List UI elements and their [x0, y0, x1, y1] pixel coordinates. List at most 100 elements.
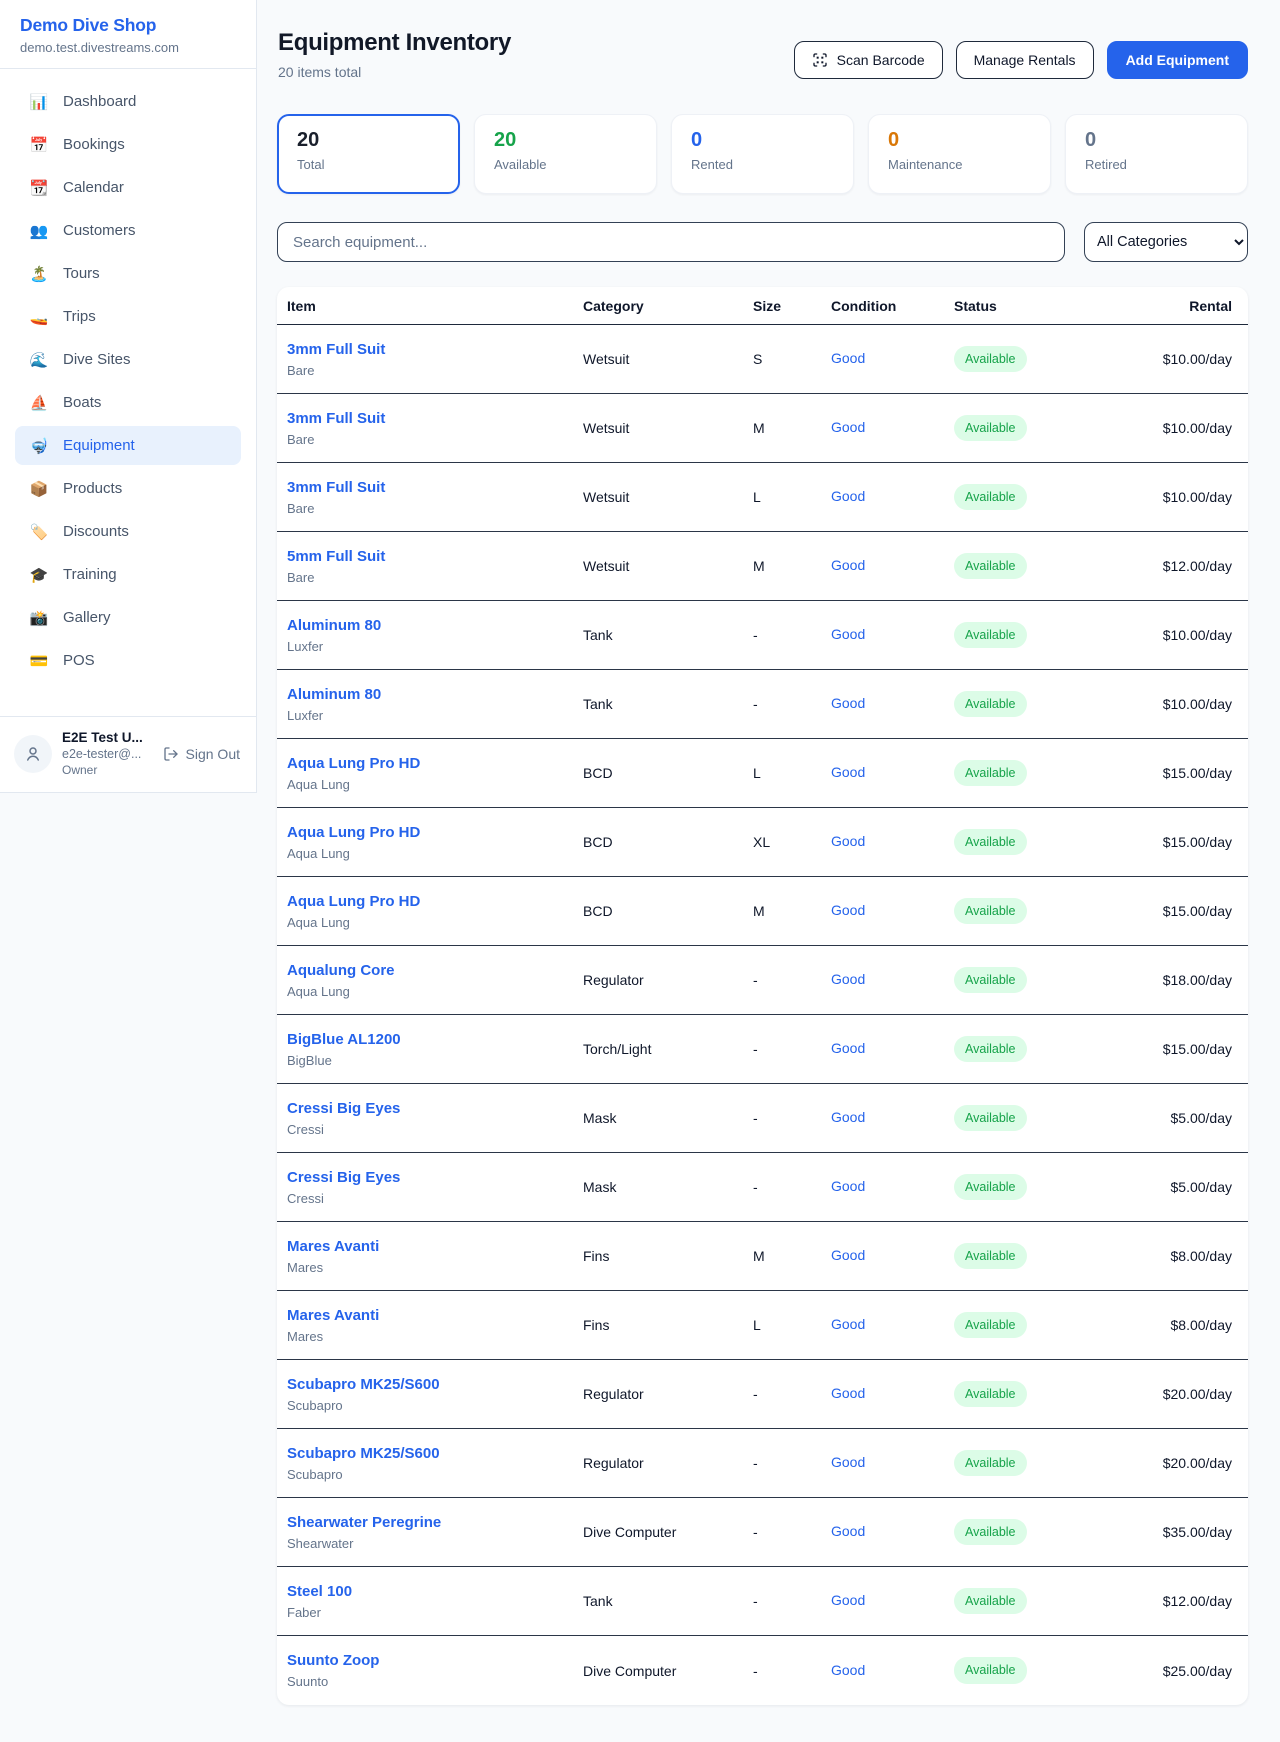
stat-card-rented[interactable]: 0 Rented	[671, 114, 854, 194]
item-name-link[interactable]: Scubapro MK25/S600	[287, 1376, 440, 1393]
status-badge: Available	[954, 1036, 1027, 1063]
stat-card-retired[interactable]: 0 Retired	[1065, 114, 1248, 194]
condition-link[interactable]: Good	[831, 1662, 865, 1678]
condition-link[interactable]: Good	[831, 557, 865, 573]
condition-link[interactable]: Good	[831, 1040, 865, 1056]
sidebar-item-customers[interactable]: 👥 Customers	[15, 211, 241, 250]
item-name-link[interactable]: Scubapro MK25/S600	[287, 1445, 440, 1462]
page-header: Equipment Inventory 20 items total	[278, 29, 511, 80]
condition-link[interactable]: Good	[831, 1316, 865, 1332]
condition-link[interactable]: Good	[831, 1454, 865, 1470]
item-category: BCD	[583, 834, 753, 850]
sidebar-item-label: Bookings	[63, 136, 125, 153]
item-name-link[interactable]: 5mm Full Suit	[287, 548, 385, 565]
sidebar-item-discounts[interactable]: 🏷️ Discounts	[15, 512, 241, 551]
item-rental: $15.00/day	[1114, 1041, 1248, 1057]
sidebar-item-products[interactable]: 📦 Products	[15, 469, 241, 508]
item-category: Wetsuit	[583, 558, 753, 574]
item-name-link[interactable]: Aqua Lung Pro HD	[287, 755, 420, 772]
item-size: -	[753, 627, 831, 643]
stat-label: Total	[297, 157, 440, 172]
item-name-link[interactable]: Aqua Lung Pro HD	[287, 893, 420, 910]
gallery-icon: 📸	[28, 609, 50, 627]
item-category: Tank	[583, 1593, 753, 1609]
table-row: Aluminum 80 Luxfer Tank - Good Available…	[277, 601, 1248, 670]
table-row: Aqua Lung Pro HD Aqua Lung BCD XL Good A…	[277, 808, 1248, 877]
item-name-link[interactable]: BigBlue AL1200	[287, 1031, 401, 1048]
add-equipment-button[interactable]: Add Equipment	[1107, 41, 1248, 79]
sidebar-item-equipment[interactable]: 🤿 Equipment	[15, 426, 241, 465]
column-header-status: Status	[954, 298, 1114, 314]
item-name-link[interactable]: Suunto Zoop	[287, 1652, 379, 1669]
item-name-link[interactable]: 3mm Full Suit	[287, 341, 385, 358]
sidebar-item-training[interactable]: 🎓 Training	[15, 555, 241, 594]
manage-rentals-button[interactable]: Manage Rentals	[956, 41, 1094, 79]
sidebar-item-label: Tours	[63, 265, 100, 282]
condition-link[interactable]: Good	[831, 1385, 865, 1401]
condition-link[interactable]: Good	[831, 764, 865, 780]
item-category: Regulator	[583, 1455, 753, 1471]
status-badge: Available	[954, 415, 1027, 442]
condition-link[interactable]: Good	[831, 488, 865, 504]
item-name-link[interactable]: Mares Avanti	[287, 1307, 379, 1324]
condition-link[interactable]: Good	[831, 1247, 865, 1263]
bookings-icon: 📅	[28, 136, 50, 154]
condition-link[interactable]: Good	[831, 1523, 865, 1539]
condition-link[interactable]: Good	[831, 833, 865, 849]
item-name-link[interactable]: Cressi Big Eyes	[287, 1100, 400, 1117]
scan-barcode-button[interactable]: Scan Barcode	[794, 41, 943, 79]
products-icon: 📦	[28, 480, 50, 498]
item-category: BCD	[583, 903, 753, 919]
sidebar-item-boats[interactable]: ⛵ Boats	[15, 383, 241, 422]
condition-link[interactable]: Good	[831, 1109, 865, 1125]
item-name-link[interactable]: Aqua Lung Pro HD	[287, 824, 420, 841]
sidebar-item-label: Dive Sites	[63, 351, 131, 368]
category-select[interactable]: All Categories	[1084, 222, 1248, 262]
item-name-link[interactable]: 3mm Full Suit	[287, 479, 385, 496]
item-name-link[interactable]: Steel 100	[287, 1583, 352, 1600]
status-badge: Available	[954, 967, 1027, 994]
sidebar-nav: 📊 Dashboard 📅 Bookings 📆 Calendar 👥 Cust…	[0, 69, 256, 693]
condition-link[interactable]: Good	[831, 971, 865, 987]
sidebar-item-tours[interactable]: 🏝️ Tours	[15, 254, 241, 293]
condition-link[interactable]: Good	[831, 626, 865, 642]
item-name-link[interactable]: Aluminum 80	[287, 686, 381, 703]
item-name-link[interactable]: Aluminum 80	[287, 617, 381, 634]
item-name-link[interactable]: Cressi Big Eyes	[287, 1169, 400, 1186]
barcode-scan-icon	[812, 52, 828, 68]
item-size: -	[753, 1386, 831, 1402]
stat-card-maintenance[interactable]: 0 Maintenance	[868, 114, 1051, 194]
condition-link[interactable]: Good	[831, 350, 865, 366]
condition-link[interactable]: Good	[831, 1178, 865, 1194]
search-input[interactable]	[277, 222, 1065, 262]
sidebar-item-gallery[interactable]: 📸 Gallery	[15, 598, 241, 637]
stat-card-total[interactable]: 20 Total	[277, 114, 460, 194]
condition-link[interactable]: Good	[831, 902, 865, 918]
sidebar-item-calendar[interactable]: 📆 Calendar	[15, 168, 241, 207]
item-rental: $8.00/day	[1114, 1248, 1248, 1264]
sidebar-item-dashboard[interactable]: 📊 Dashboard	[15, 82, 241, 121]
condition-link[interactable]: Good	[831, 1592, 865, 1608]
stat-label: Retired	[1085, 157, 1228, 172]
item-size: XL	[753, 834, 831, 850]
item-size: -	[753, 696, 831, 712]
item-name-link[interactable]: 3mm Full Suit	[287, 410, 385, 427]
condition-link[interactable]: Good	[831, 695, 865, 711]
table-row: Aqualung Core Aqua Lung Regulator - Good…	[277, 946, 1248, 1015]
sidebar-item-trips[interactable]: 🚤 Trips	[15, 297, 241, 336]
item-category: Dive Computer	[583, 1663, 753, 1679]
sign-out-button[interactable]: Sign Out	[163, 746, 242, 762]
item-brand: Aqua Lung	[287, 777, 583, 792]
sidebar-item-bookings[interactable]: 📅 Bookings	[15, 125, 241, 164]
sidebar-item-pos[interactable]: 💳 POS	[15, 641, 241, 680]
item-name-link[interactable]: Aqualung Core	[287, 962, 395, 979]
sidebar-item-label: Discounts	[63, 523, 129, 540]
stat-value: 20	[297, 128, 440, 152]
person-icon	[24, 745, 42, 763]
sidebar-item-dive-sites[interactable]: 🌊 Dive Sites	[15, 340, 241, 379]
item-name-link[interactable]: Mares Avanti	[287, 1238, 379, 1255]
stat-card-available[interactable]: 20 Available	[474, 114, 657, 194]
stat-value: 0	[888, 128, 1031, 152]
item-name-link[interactable]: Shearwater Peregrine	[287, 1514, 441, 1531]
condition-link[interactable]: Good	[831, 419, 865, 435]
